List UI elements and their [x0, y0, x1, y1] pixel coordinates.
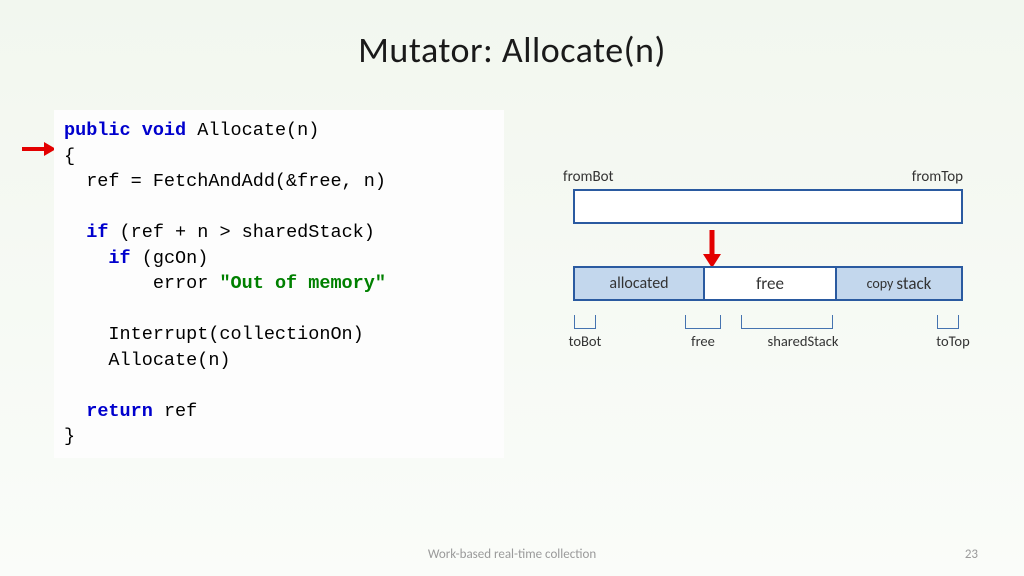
code-text: ref: [153, 401, 197, 422]
code-text: Allocate(n): [186, 120, 319, 141]
to-space-rect: allocated free copy stack: [573, 266, 963, 301]
code-text: }: [64, 426, 75, 447]
bracket-free: [685, 315, 721, 329]
from-space-rect: [573, 189, 963, 224]
label-fromtop: fromTop: [912, 168, 963, 186]
keyword: public void: [64, 120, 186, 141]
code-text: [64, 401, 86, 422]
execution-pointer-arrow: [20, 140, 56, 163]
code-text: [64, 248, 108, 269]
label-frombot: fromBot: [563, 168, 614, 186]
code-block: public void Allocate(n) { ref = FetchAnd…: [54, 110, 504, 458]
code-text: Allocate(n): [64, 350, 231, 371]
code-text: [64, 222, 86, 243]
segment-allocated: allocated: [575, 268, 705, 299]
segment-copystack: copy stack: [835, 268, 961, 299]
code-text: Interrupt(collectionOn): [64, 324, 364, 345]
label-sharedstack: sharedStack: [768, 332, 839, 350]
label-freeptr: free: [691, 332, 715, 350]
bracket-tobot: [574, 315, 596, 329]
label-copy: copy: [867, 275, 894, 292]
memory-diagram: fromBot fromTop allocated free copy stac…: [545, 160, 975, 370]
page-number: 23: [965, 547, 978, 562]
code-text: error: [64, 273, 219, 294]
code-text: ref = FetchAndAdd(&free, n): [64, 171, 386, 192]
keyword: return: [86, 401, 153, 422]
label-totop: toTop: [936, 332, 969, 350]
string-literal: "Out of memory": [219, 273, 386, 294]
code-text: (ref + n > sharedStack): [108, 222, 374, 243]
code-text: (gcOn): [131, 248, 209, 269]
segment-free: free: [705, 268, 835, 299]
code-text: {: [64, 146, 75, 167]
footer-text: Work-based real-time collection: [0, 547, 1024, 562]
label-tobot: toBot: [569, 332, 602, 350]
bracket-totop: [937, 315, 959, 329]
label-stack: stack: [896, 273, 931, 294]
keyword: if: [86, 222, 108, 243]
bracket-sharedstack: [741, 315, 833, 329]
slide-title: Mutator: Allocate(n): [0, 0, 1024, 72]
keyword: if: [108, 248, 130, 269]
